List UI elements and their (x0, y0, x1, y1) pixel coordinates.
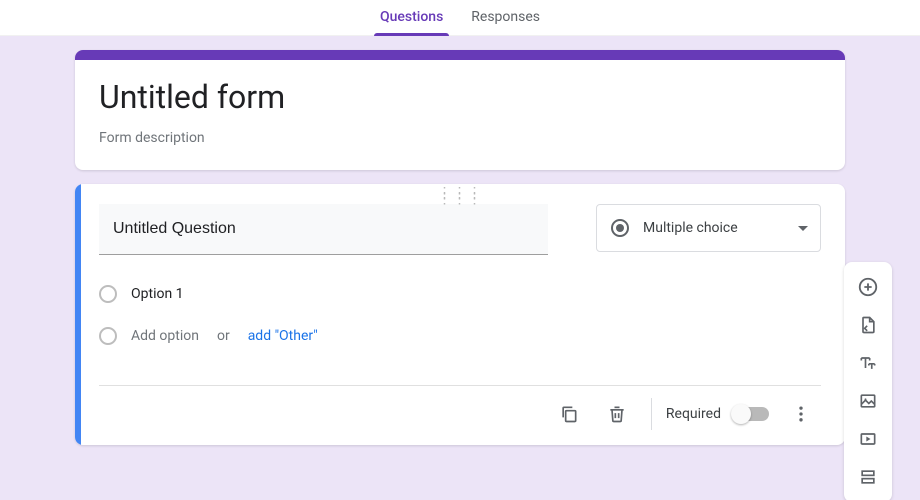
form-title[interactable]: Untitled form (99, 78, 821, 116)
tab-bar: Questions Responses (0, 0, 920, 36)
text-icon (858, 353, 878, 373)
copy-icon (559, 404, 579, 424)
add-title-button[interactable] (848, 344, 888, 382)
add-section-button[interactable] (848, 458, 888, 496)
import-icon (858, 315, 878, 335)
option-row[interactable]: Option 1 (99, 279, 821, 309)
add-question-button[interactable] (848, 268, 888, 306)
question-title-input[interactable] (99, 204, 548, 255)
trash-icon (607, 404, 627, 424)
add-other-button[interactable]: add "Other" (248, 328, 318, 344)
radio-icon (611, 219, 629, 237)
image-icon (858, 391, 878, 411)
video-icon (858, 429, 878, 449)
question-more-button[interactable] (781, 394, 821, 434)
duplicate-button[interactable] (549, 394, 589, 434)
or-label: or (217, 328, 230, 344)
editor-canvas: Untitled form Form description ⋮⋮⋮⋮⋮⋮ Mu… (0, 36, 920, 500)
add-video-button[interactable] (848, 420, 888, 458)
radio-outline-icon (99, 285, 117, 303)
plus-circle-icon (857, 276, 879, 298)
delete-button[interactable] (597, 394, 637, 434)
option-label[interactable]: Option 1 (131, 286, 184, 302)
required-toggle[interactable] (733, 407, 769, 421)
tab-responses[interactable]: Responses (471, 9, 540, 35)
question-type-label: Multiple choice (643, 220, 738, 236)
more-vert-icon (791, 404, 811, 424)
form-description[interactable]: Form description (99, 130, 821, 146)
side-toolbar (844, 262, 892, 500)
import-questions-button[interactable] (848, 306, 888, 344)
required-label: Required (666, 406, 721, 422)
chevron-down-icon (798, 226, 808, 231)
question-options: Option 1 Add option or add "Other" (99, 279, 821, 351)
tab-questions[interactable]: Questions (380, 9, 443, 35)
separator (651, 398, 652, 430)
section-icon (858, 467, 878, 487)
drag-handle-icon[interactable]: ⋮⋮⋮⋮⋮⋮ (438, 190, 483, 202)
question-type-dropdown[interactable]: Multiple choice (596, 204, 821, 252)
form-header-card[interactable]: Untitled form Form description (75, 50, 845, 170)
radio-outline-icon (99, 327, 117, 345)
question-footer: Required (99, 385, 821, 433)
add-option-button[interactable]: Add option (131, 328, 199, 344)
question-card[interactable]: ⋮⋮⋮⋮⋮⋮ Multiple choice Option 1 Add op (75, 184, 845, 445)
add-image-button[interactable] (848, 382, 888, 420)
